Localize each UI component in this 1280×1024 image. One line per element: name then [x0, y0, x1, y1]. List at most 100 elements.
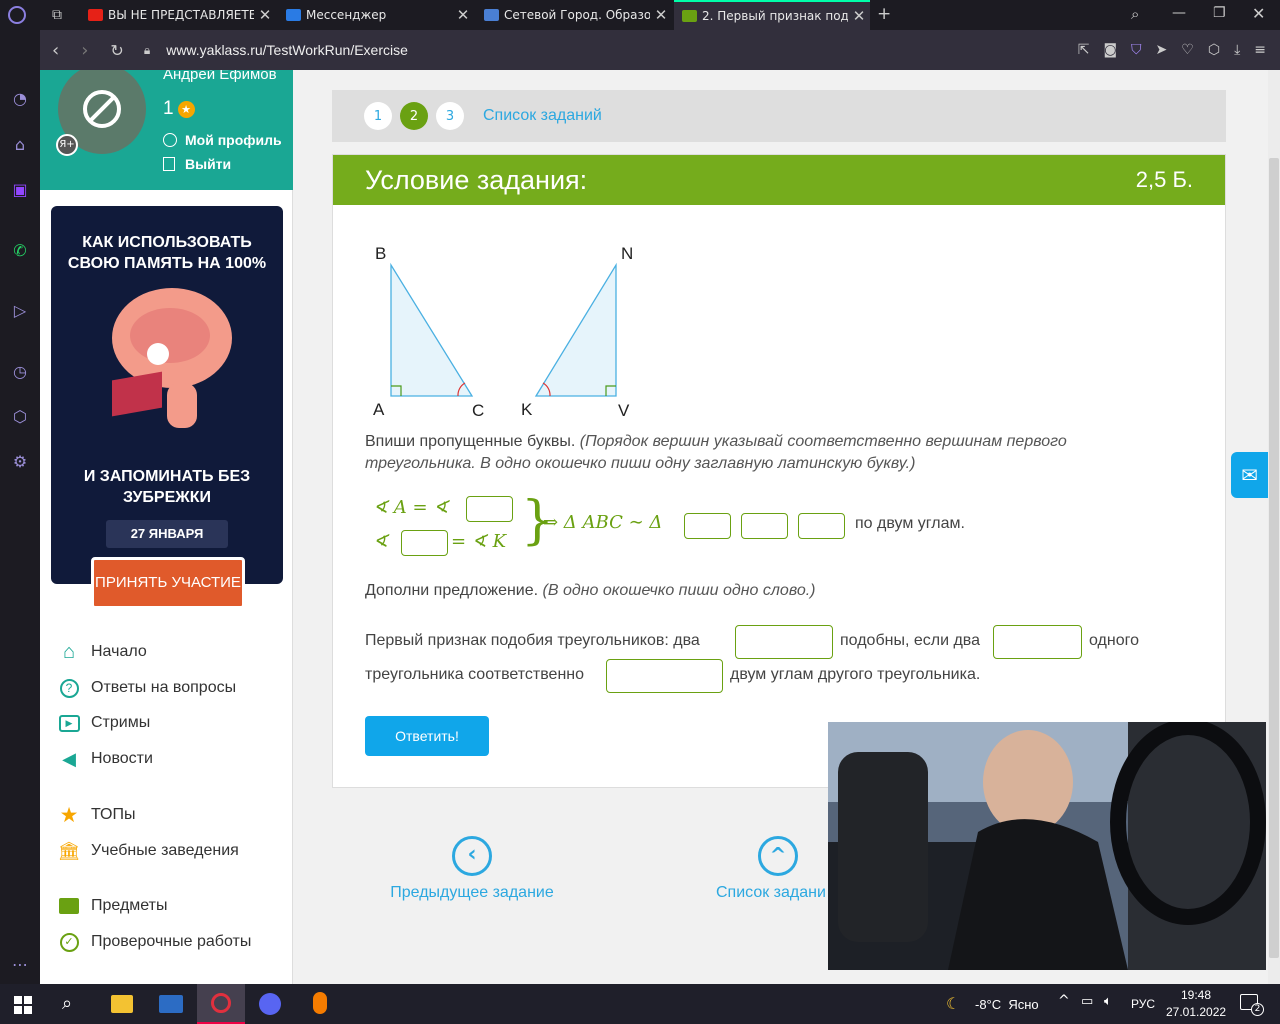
back-icon[interactable]: ‹ [52, 40, 59, 61]
logout-link[interactable]: Выйти [163, 156, 231, 172]
task-list-link[interactable]: Список заданий [483, 107, 602, 125]
word-input-2[interactable] [993, 625, 1082, 659]
share-icon[interactable]: ⇱ [1078, 42, 1090, 58]
word-input-3[interactable] [606, 659, 723, 693]
discord-icon[interactable] [259, 993, 281, 1015]
file-explorer-icon[interactable] [111, 995, 133, 1013]
word-input-1[interactable] [735, 625, 833, 659]
send-icon[interactable]: ➤ [1156, 42, 1168, 58]
chevron-left-icon: ‹ [452, 836, 492, 876]
advertisement-banner[interactable]: КАК ИСПОЛЬЗОВАТЬ СВОЮ ПАМЯТЬ НА 100% И З… [51, 206, 283, 584]
user-name: Андрей Ефимов [163, 70, 277, 83]
restore-icon[interactable]: ❐ [1213, 5, 1226, 21]
brain-illustration [92, 288, 242, 438]
mail-icon[interactable] [159, 995, 183, 1013]
tab-yaklass[interactable]: 2. Первый признак подоб ✕ [674, 0, 870, 30]
forward-icon[interactable]: › [81, 40, 88, 61]
microphone-app-icon[interactable] [313, 992, 327, 1014]
nav-item-schools[interactable]: 🏛︎ Учебные заведения [58, 840, 239, 862]
my-profile-link[interactable]: Мой профиль [163, 132, 282, 148]
search-tabs-icon[interactable]: ⌕ [1131, 5, 1139, 23]
step-3[interactable]: 3 [436, 102, 464, 130]
settings-icon[interactable]: ⚙ [9, 451, 31, 473]
menu-icon[interactable]: ≡ [1254, 42, 1266, 58]
moon-icon: ☾ [946, 994, 961, 1013]
letter-input-1[interactable] [684, 513, 731, 539]
minimize-icon[interactable]: — [1172, 5, 1186, 21]
heart-icon[interactable]: ♡ [1181, 42, 1194, 58]
whatsapp-icon[interactable]: ✆ [9, 240, 31, 262]
logout-icon [163, 157, 175, 171]
eq2-right: = ∢ K [451, 531, 507, 552]
opera-logo-icon[interactable] [8, 6, 26, 24]
prev-task-link[interactable]: ‹ Предыдущее задание [382, 836, 562, 902]
bag-icon[interactable]: ⌂ [9, 134, 31, 156]
clock-date[interactable]: 27.01.2022 [1166, 1005, 1226, 1019]
box-icon[interactable]: ⬡ [1208, 42, 1220, 58]
weather-text[interactable]: -8°C Ясно [975, 997, 1039, 1012]
nav-item-tests[interactable]: ✓ Проверочные работы [58, 931, 251, 953]
workspaces-icon[interactable]: ⧉ [52, 7, 62, 23]
nav-item-answers[interactable]: ? Ответы на вопросы [58, 677, 236, 699]
history-icon[interactable]: ◷ [9, 361, 31, 383]
task-list-bottom-link[interactable]: ^ Список задани [716, 836, 846, 902]
windows-start-icon[interactable] [14, 996, 32, 1014]
language-indicator[interactable]: РУС [1131, 997, 1155, 1011]
star-icon: ★ [177, 100, 195, 118]
twitch-icon[interactable]: ▣ [9, 179, 31, 201]
mail-feedback-button[interactable]: ✉ [1231, 452, 1268, 498]
step-2[interactable]: 2 [400, 102, 428, 130]
close-window-icon[interactable]: ✕ [1252, 4, 1265, 23]
close-tab-icon[interactable]: ✕ [452, 6, 474, 24]
search-icon[interactable]: ⌕ [62, 993, 72, 1014]
network-icon[interactable]: ▭ [1081, 994, 1093, 1009]
nav-item-news[interactable]: ◀ Новости [58, 748, 153, 770]
vpn-shield-icon[interactable]: ⛉ [1131, 42, 1142, 58]
camera-icon[interactable]: ◙ [1103, 42, 1117, 58]
nav-item-streams[interactable]: ▶ Стримы [58, 712, 150, 734]
instruction-2: Дополни предложение. (В одно окошечко пи… [365, 582, 816, 599]
speaker-icon[interactable]: 🔈︎ [1104, 994, 1112, 1009]
speed-dial-icon[interactable]: ◔ [9, 88, 31, 110]
download-icon[interactable]: ⤓ [1234, 42, 1240, 58]
tab-messenger[interactable]: Мессенджер ✕ [278, 0, 474, 30]
page-scrollbar[interactable] [1268, 70, 1280, 984]
submit-button[interactable]: Ответить! [365, 716, 489, 756]
close-tab-icon[interactable]: ✕ [650, 6, 672, 24]
more-icon[interactable]: ⋯ [9, 954, 31, 976]
youtube-icon [88, 9, 103, 21]
chevron-up-icon: ^ [758, 836, 798, 876]
cube-icon[interactable]: ⬡ [9, 406, 31, 428]
megaphone-icon: ◀ [62, 748, 76, 769]
letter-input-2[interactable] [741, 513, 788, 539]
vertex-k: K [521, 400, 533, 419]
task-card: Условие задания: 2,5 Б. B A C N K V Впиш… [332, 154, 1226, 788]
reload-icon[interactable]: ↻ [110, 41, 123, 60]
url-field[interactable]: www.yaklass.ru/TestWorkRun/Exercise [166, 42, 408, 58]
opera-taskbar-icon[interactable] [197, 984, 245, 1024]
nav-item-subjects[interactable]: Предметы [58, 895, 167, 917]
clock-time[interactable]: 19:48 [1181, 988, 1211, 1002]
nav-item-home[interactable]: ⌂ Начало [58, 641, 147, 663]
letter-input-3[interactable] [798, 513, 845, 539]
nav-item-tops[interactable]: ★ ТОПы [58, 804, 136, 827]
step-navigation: 1 2 3 Список заданий [332, 90, 1226, 142]
tab-netcity[interactable]: Сетевой Город. Образова ✕ [476, 0, 672, 30]
angle-input-1[interactable] [466, 496, 513, 522]
player-icon[interactable]: ▷ [9, 300, 31, 322]
tab-youtube[interactable]: ВЫ НЕ ПРЕДСТАВЛЯЕТЕ КА✕ [80, 0, 276, 30]
ad-cta-button[interactable]: ПРИНЯТЬ УЧАСТИЕ [91, 557, 245, 609]
video-overlay[interactable] [828, 722, 1266, 970]
tray-chevron-icon[interactable]: ^ [1058, 993, 1070, 1009]
question-icon: ? [58, 677, 80, 699]
by-angles-label: по двум углам. [855, 515, 965, 532]
step-1[interactable]: 1 [364, 102, 392, 130]
close-tab-icon[interactable]: ✕ [254, 6, 276, 24]
eq1-left: ∢ A = ∢ [373, 497, 449, 518]
vertex-a: A [373, 400, 385, 419]
vertex-n: N [621, 244, 633, 263]
ad-date: 27 ЯНВАРЯ [106, 520, 228, 548]
angle-input-2[interactable] [401, 530, 448, 556]
new-tab-button[interactable]: + [877, 4, 891, 24]
close-tab-icon[interactable]: ✕ [848, 7, 870, 25]
